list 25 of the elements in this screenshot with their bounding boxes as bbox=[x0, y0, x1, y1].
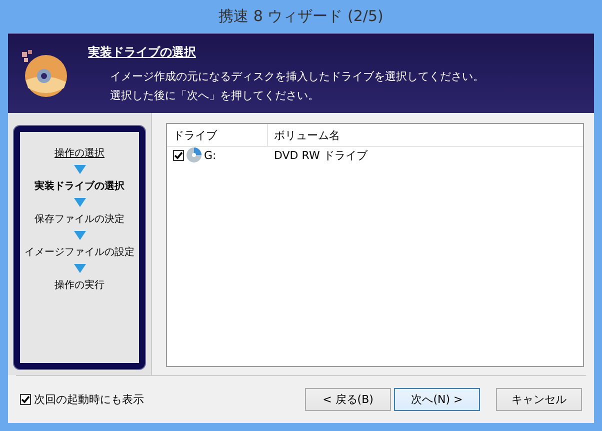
down-arrow-icon bbox=[74, 231, 86, 240]
disc-icon bbox=[20, 50, 68, 98]
wizard-step[interactable]: 操作の選択 bbox=[54, 146, 104, 160]
window-title: 携速 8 ウィザード (2/5) bbox=[218, 6, 384, 27]
wizard-step: 操作の実行 bbox=[54, 278, 104, 292]
checkbox[interactable] bbox=[173, 150, 184, 160]
column-header[interactable]: ボリューム名 bbox=[268, 124, 340, 146]
header-title: 実装ドライブの選択 bbox=[88, 44, 197, 61]
checkbox-label: 次回の起動時にも表示 bbox=[34, 392, 144, 407]
wizard-button[interactable]: 次へ(N) > bbox=[394, 388, 480, 411]
instruction-text: 選択した後に「次へ」を押してください。 bbox=[110, 88, 320, 103]
instruction-text: イメージ作成の元になるディスクを挿入したドライブを選択してください。 bbox=[110, 69, 484, 84]
down-arrow-icon bbox=[74, 198, 86, 207]
wizard-step: 実装ドライブの選択 bbox=[34, 179, 124, 193]
down-arrow-icon bbox=[74, 264, 86, 273]
down-arrow-icon bbox=[74, 165, 86, 174]
checkbox[interactable] bbox=[20, 394, 31, 405]
table-cell: G: bbox=[204, 148, 216, 162]
table-cell-text: DVD RW ドライブ bbox=[273, 148, 368, 162]
column-header[interactable]: ドライブ bbox=[167, 124, 268, 146]
wizard-step: 保存ファイルの決定 bbox=[34, 212, 124, 226]
wizard-button[interactable]: キャンセル bbox=[496, 388, 582, 411]
wizard-step: イメージファイルの設定 bbox=[24, 245, 134, 259]
wizard-button[interactable]: < 戻る(B) bbox=[305, 388, 391, 411]
disc-drive-icon bbox=[186, 147, 202, 163]
